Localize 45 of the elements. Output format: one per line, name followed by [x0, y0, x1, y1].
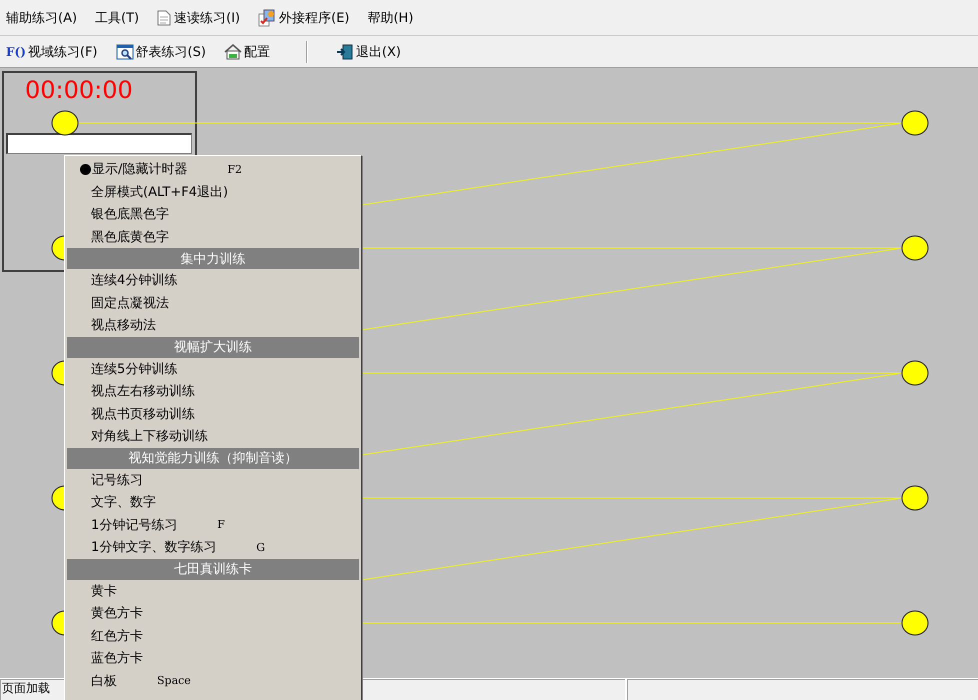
menu-item[interactable]: 速读练习(I)	[155, 6, 242, 28]
input-field[interactable]	[6, 133, 192, 154]
target-dot	[52, 110, 78, 136]
exit-door-icon	[336, 44, 354, 60]
menu-section-header: 七田真训练卡	[67, 558, 359, 580]
menu-item[interactable]: 视点书页移动训练	[67, 402, 359, 425]
menu-item[interactable]: 帮助(H)	[365, 6, 416, 28]
menu-item[interactable]: 固定点凝视法	[67, 292, 359, 314]
menu-item[interactable]: 1分钟文字、数字练习 G	[67, 536, 359, 558]
target-dot	[902, 360, 928, 386]
menu-item[interactable]: 1分钟记号练习 F	[67, 514, 359, 536]
menu-item[interactable]: 视点移动法	[67, 314, 359, 336]
menu-item[interactable]: 辅助练习(A)	[4, 6, 80, 28]
menu-item[interactable]: 红色方卡	[67, 624, 359, 647]
menu-item[interactable]: 全屏模式(ALT+F4退出)	[67, 180, 359, 203]
menu-item[interactable]: 黑色底黄色字	[67, 226, 359, 248]
app-icon	[258, 8, 276, 26]
toolbar-button[interactable]: 退出(X)	[334, 40, 403, 62]
house-icon	[224, 44, 242, 60]
menu-item[interactable]: 黄卡	[67, 580, 359, 602]
menu-section-header: 视知觉能力训练（抑制音读）	[67, 448, 359, 468]
menu-item[interactable]: 视点左右移动训练	[67, 380, 359, 402]
target-dot	[902, 486, 928, 510]
menu-item[interactable]: 蓝色方卡	[67, 647, 359, 670]
menu-item[interactable]: 连续4分钟训练	[67, 269, 359, 292]
menu-item[interactable]: 记号练习	[67, 468, 359, 491]
toolbar-button[interactable]: F()视域练习(F)	[4, 40, 100, 62]
menu-section-header: 视幅扩大训练	[67, 336, 359, 358]
menu-section-header: 集中力训练	[67, 248, 359, 269]
menu-item[interactable]: 银色底黑色字	[67, 203, 359, 226]
menu-item[interactable]: 对角线上下移动训练	[67, 425, 359, 448]
target-dot	[902, 610, 928, 636]
menu-item[interactable]: 文字、数字	[67, 491, 359, 514]
target-dot	[902, 110, 928, 136]
toolbar-button[interactable]: 舒表练习(S)	[114, 40, 208, 62]
menu-item[interactable]: 显示/隐藏计时器 F2	[67, 158, 359, 180]
menu-item[interactable]: 外接程序(E)	[256, 6, 352, 28]
document-icon	[157, 10, 172, 26]
menu-item[interactable]: 工具(T)	[93, 6, 142, 28]
timer-text: 00:00:00	[25, 76, 133, 104]
menu-item[interactable]: 黄色方卡	[67, 602, 359, 624]
target-dot	[902, 236, 928, 260]
menu-item[interactable]: 连续5分钟训练	[67, 358, 359, 380]
toolbar-button[interactable]: 配置	[222, 40, 272, 62]
magnifier-icon	[116, 44, 134, 60]
